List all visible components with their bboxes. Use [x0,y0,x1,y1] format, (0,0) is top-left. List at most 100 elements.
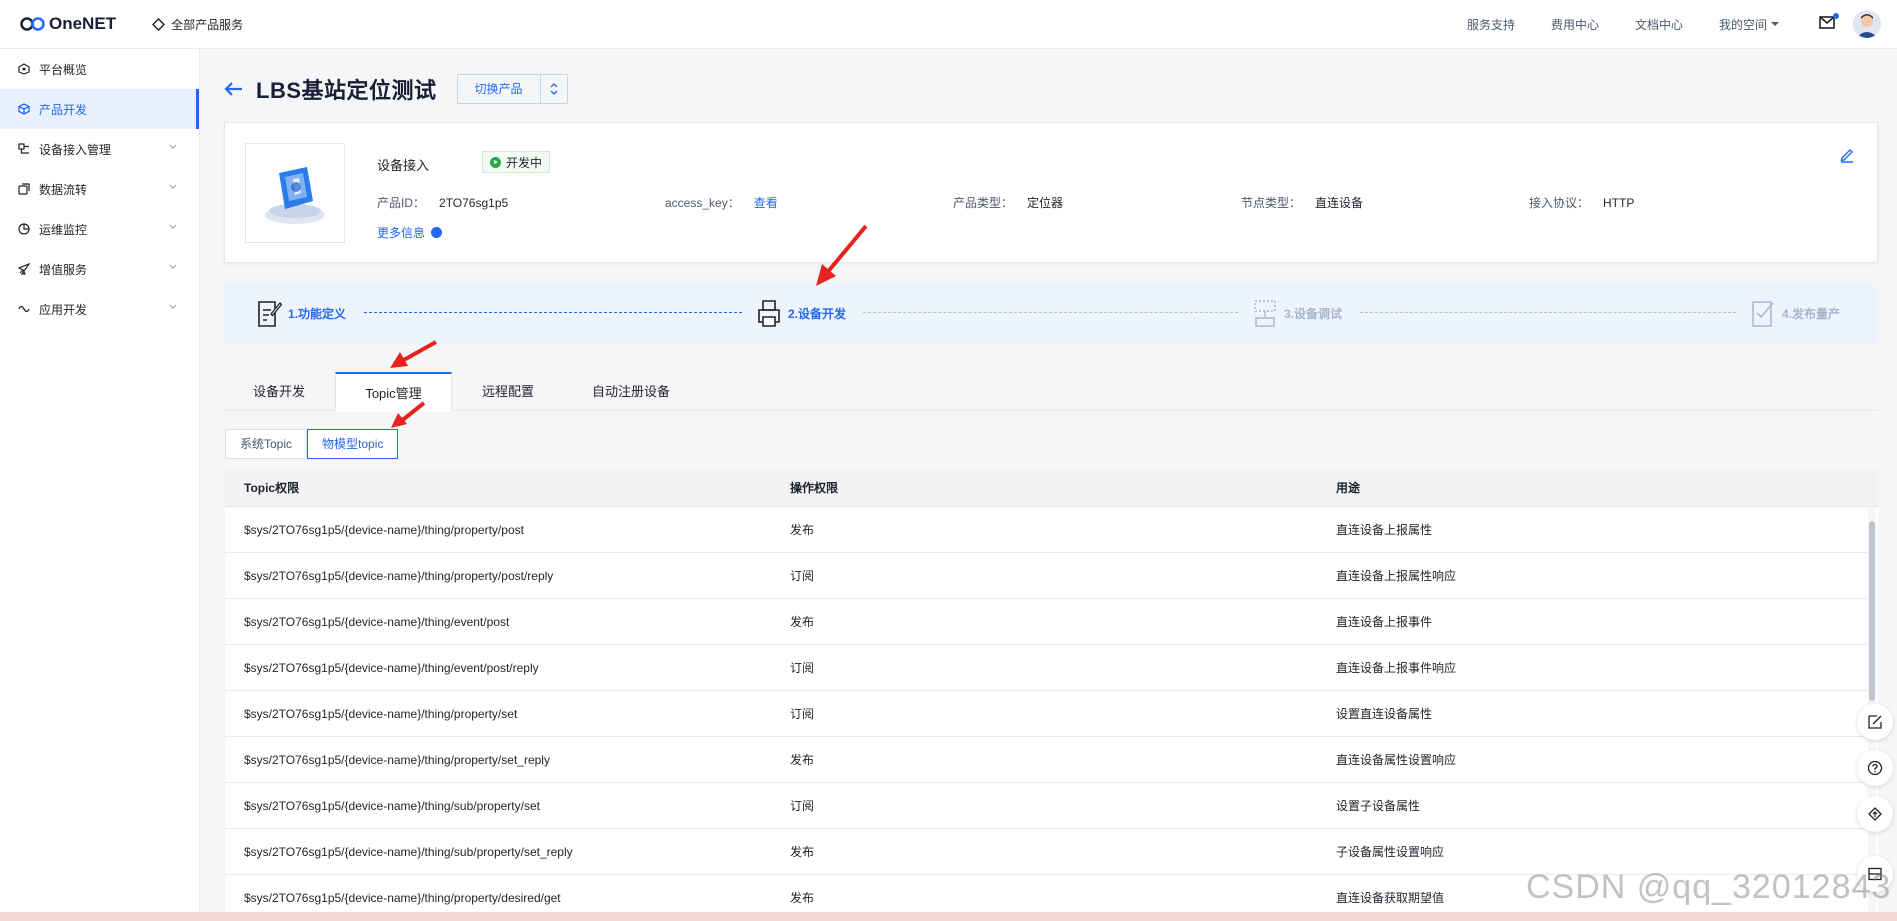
permission-cell: 订阅 [790,799,815,813]
usage-cell: 子设备属性设置响应 [1336,845,1445,859]
sidebar-item-label: 数据流转 [39,182,88,197]
step-connector [1360,312,1736,313]
table-row: $sys/2TO76sg1p5/{device-name}/thing/even… [225,599,1878,645]
help-button[interactable] [1857,750,1893,786]
switch-product-button[interactable]: 切换产品 [458,75,541,103]
header-usage: 用途 [1336,481,1361,495]
progress-steps: 1.功能定义 2.设备开发 3.设备调试 4.发布量产 [224,282,1878,344]
topic-cell: $sys/2TO76sg1p5/{device-name}/thing/prop… [244,568,554,583]
mail-button[interactable] [1819,13,1839,32]
access-key-field: access_key： 查看 [665,194,778,211]
sidebar-item-label: 增值服务 [39,262,88,277]
sidebar-item-product-dev[interactable]: 产品开发 [0,89,199,129]
tab-device-development[interactable]: 设备开发 [224,372,334,411]
scrollbar-thumb[interactable] [1869,521,1875,701]
product-id-label: 产品ID： [377,196,426,210]
node-type-label: 节点类型： [1241,196,1302,210]
sidebar-item-device-access[interactable]: 设备接入管理 [0,129,199,169]
table-row: $sys/2TO76sg1p5/{device-name}/thing/prop… [225,691,1878,737]
topic-cell: $sys/2TO76sg1p5/{device-name}/thing/sub/… [244,798,540,813]
product-id-value: 2TO76sg1p5 [439,196,509,210]
topic-cell: $sys/2TO76sg1p5/{device-name}/thing/sub/… [244,844,573,859]
step-device-development[interactable]: 2.设备开发 [756,282,846,344]
protocol-field: 接入协议： HTTP [1529,194,1634,211]
step-label: 2.设备开发 [788,306,847,321]
expand-circle-icon [431,227,443,238]
topic-cell: $sys/2TO76sg1p5/{device-name}/thing/prop… [244,752,550,767]
nav-billing-center[interactable]: 费用中心 [1551,16,1599,33]
sidebar-item-label: 运维监控 [39,222,88,237]
usage-cell: 直连设备属性设置响应 [1336,753,1457,767]
topic-cell: $sys/2TO76sg1p5/{device-name}/thing/even… [244,614,510,629]
unread-dot [1833,13,1839,19]
product-illustration-icon [265,167,325,224]
permission-cell: 发布 [790,615,815,629]
topic-table: Topic权限 操作权限 用途 $sys/2TO76sg1p5/{device-… [225,469,1878,921]
subtab-system-topic[interactable]: 系统Topic [225,429,308,459]
product-image [245,143,345,243]
status-text: 开发中 [506,155,543,170]
tab-auto-register[interactable]: 自动注册设备 [564,372,698,411]
sidebar-item-overview[interactable]: 平台概览 [0,49,199,89]
step-release[interactable]: 4.发布量产 [1750,282,1840,344]
permission-cell: 发布 [790,891,815,905]
back-arrow-icon[interactable] [224,81,244,97]
header-topic-permission: Topic权限 [244,481,300,495]
protocol-value: HTTP [1603,196,1635,210]
sidebar-item-label: 应用开发 [39,302,88,317]
table-row: $sys/2TO76sg1p5/{device-name}/thing/prop… [225,507,1878,553]
access-key-label: access_key： [665,196,740,210]
bottom-strip [0,912,1897,921]
pie-chart-icon [18,223,30,235]
running-status-icon [490,156,501,168]
top-nav: 服务支持 费用中心 文档中心 我的空间 [1467,0,1897,48]
usage-cell: 直连设备上报事件响应 [1336,661,1457,675]
sidebar-item-ops-monitor[interactable]: 运维监控 [0,209,199,249]
permission-cell: 订阅 [790,569,815,583]
subtab-thing-model-topic[interactable]: 物模型topic [307,429,399,459]
up-down-chevron-icon [550,83,557,95]
cube-icon [18,103,30,115]
sidebar-item-data-flow[interactable]: 数据流转 [0,169,199,209]
nav-service-support[interactable]: 服务支持 [1467,16,1515,33]
avatar[interactable] [1853,10,1881,38]
step-function-definition[interactable]: 1.功能定义 [256,282,346,344]
permission-cell: 发布 [790,753,815,767]
feedback-button[interactable] [1857,704,1893,740]
all-products-menu[interactable]: 全部产品服务 [152,16,243,33]
caret-down-icon [1771,22,1779,26]
step-device-debug[interactable]: 3.设备调试 [1252,282,1342,344]
cloud-button[interactable] [1857,796,1893,832]
usage-cell: 设置子设备属性 [1336,799,1421,813]
data-flow-icon [18,183,30,195]
onenet-logo[interactable]: OneNET [20,14,116,34]
nav-my-space[interactable]: 我的空间 [1719,16,1779,33]
chevron-down-icon [169,144,177,149]
tab-remote-config[interactable]: 远程配置 [452,372,564,411]
rocket-icon [18,263,30,275]
switch-toggle[interactable] [541,75,567,103]
product-info-card: 设备接入 开发中 产品ID： 2TO76sg1p5 access_key： 查看 产… [224,122,1878,263]
sidebar-item-value-added[interactable]: 增值服务 [0,249,199,289]
topic-cell: $sys/2TO76sg1p5/{device-name}/thing/prop… [244,522,524,537]
topic-cell: $sys/2TO76sg1p5/{device-name}/thing/even… [244,660,539,675]
nav-docs-center[interactable]: 文档中心 [1635,16,1683,33]
chevron-down-icon [169,224,177,229]
view-access-key-link[interactable]: 查看 [754,196,778,210]
header-operation-permission: 操作权限 [790,481,839,495]
switch-product[interactable]: 切换产品 [456,74,568,104]
cloud-upload-icon [1868,807,1882,821]
sidebar-item-label: 设备接入管理 [39,142,112,157]
edit-icon[interactable] [1839,147,1855,163]
question-circle-icon [1867,760,1883,776]
annotation-arrow-icon [391,401,426,428]
debug-device-icon [1254,300,1276,327]
sidebar-item-app-dev[interactable]: 应用开发 [0,289,199,329]
table-row: $sys/2TO76sg1p5/{device-name}/thing/sub/… [225,783,1878,829]
product-type-label: 产品类型： [953,196,1014,210]
title-bar: LBS基站定位测试 切换产品 [224,73,568,105]
permission-cell: 发布 [790,523,815,537]
more-info-link[interactable]: 更多信息 [377,224,443,241]
top-bar: OneNET 全部产品服务 服务支持 费用中心 文档中心 我的空间 [0,0,1897,49]
step-connector [863,312,1238,313]
